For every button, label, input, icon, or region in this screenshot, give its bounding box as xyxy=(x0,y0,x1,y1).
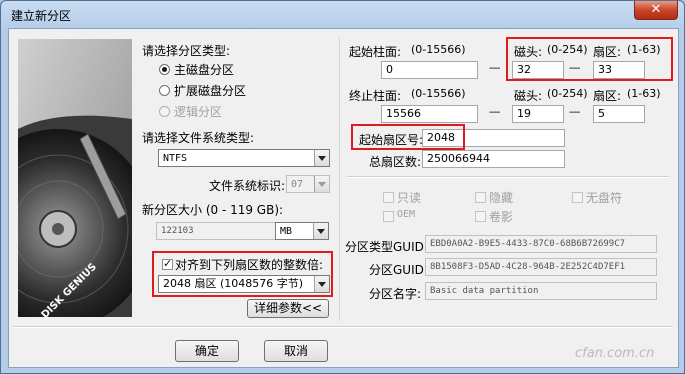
logical-partition-label: 逻辑分区 xyxy=(174,105,223,119)
hidden-checkbox[interactable] xyxy=(475,192,486,203)
title-bar: 建立新分区 ✕ xyxy=(1,1,684,29)
close-button[interactable]: ✕ xyxy=(634,1,678,20)
type-guid-input[interactable]: EBD0A0A2-B9E5-4433-87C0-68B6B72699C7 xyxy=(425,235,657,253)
end-sector-label: 扇区: xyxy=(593,89,622,103)
dialog-window: 建立新分区 ✕ DISK GENIUS 请选择分区类型: 主磁盘分区 扩展磁盘分… xyxy=(0,0,685,374)
align-highlight xyxy=(152,251,333,297)
end-sector-input[interactable]: 5 xyxy=(593,105,645,123)
filesystem-id-select[interactable]: 07 xyxy=(286,175,330,193)
separator-dashes: ---- xyxy=(489,63,500,74)
filesystem-label: 请选择文件系统类型: xyxy=(142,131,255,145)
end-head-label: 磁头: xyxy=(514,89,543,103)
partition-name-label: 分区名字: xyxy=(369,287,422,301)
dialog-body: DISK GENIUS 请选择分区类型: 主磁盘分区 扩展磁盘分区 逻辑分区 请… xyxy=(8,28,679,368)
primary-partition-label: 主磁盘分区 xyxy=(174,63,235,77)
primary-partition-radio[interactable] xyxy=(159,64,170,75)
close-icon: ✕ xyxy=(650,2,662,17)
start-cylinder-range: (0-15566) xyxy=(411,43,466,56)
shadow-copy-label: 卷影 xyxy=(489,210,514,224)
chevron-down-icon xyxy=(313,223,328,239)
extended-partition-label: 扩展磁盘分区 xyxy=(174,84,247,98)
partition-name-input[interactable]: Basic data partition xyxy=(425,282,657,300)
type-guid-value: EBD0A0A2-B9E5-4433-87C0-68B6B72699C7 xyxy=(430,239,626,249)
filesystem-id-label: 文件系统标识: xyxy=(209,179,286,193)
start-cylinder-input[interactable]: 0 xyxy=(381,61,478,79)
readonly-label: 只读 xyxy=(397,191,422,205)
total-sectors-label: 总扇区数: xyxy=(369,155,422,169)
chevron-down-icon xyxy=(314,150,329,166)
end-head-range: (0-254) xyxy=(547,87,588,100)
start-cylinder-label: 起始柱面: xyxy=(349,45,402,59)
partition-guid-value: 8B1508F3-D5AD-4C28-964B-2E252C4D7EF1 xyxy=(430,262,626,272)
end-cylinder-range: (0-15566) xyxy=(411,87,466,100)
separator-dashes: ---- xyxy=(569,107,580,118)
end-cylinder-value: 15566 xyxy=(386,107,421,120)
bottom-divider xyxy=(13,326,673,328)
no-drive-letter-label: 无盘符 xyxy=(586,191,623,205)
type-guid-label: 分区类型GUID: xyxy=(345,240,428,254)
no-drive-letter-checkbox[interactable] xyxy=(572,192,583,203)
oem-label: OEM xyxy=(397,209,416,220)
shadow-copy-checkbox[interactable] xyxy=(475,211,486,222)
readonly-checkbox[interactable] xyxy=(383,192,394,203)
vertical-divider xyxy=(339,37,340,321)
filesystem-id-value: 07 xyxy=(291,179,304,190)
partition-name-value: Basic data partition xyxy=(430,286,539,296)
watermark: cfan.com.cn xyxy=(575,346,655,361)
total-sectors-input[interactable]: 250066944 xyxy=(422,150,565,168)
end-sector-value: 5 xyxy=(598,107,605,120)
cancel-button[interactable]: 取消 xyxy=(264,340,328,362)
logical-partition-radio[interactable] xyxy=(159,106,170,117)
size-unit-value: MB xyxy=(280,226,293,237)
filesystem-select[interactable]: NTFS xyxy=(158,149,330,167)
chevron-down-icon xyxy=(314,176,329,192)
start-chs-highlight xyxy=(506,37,673,81)
oem-checkbox[interactable] xyxy=(383,211,394,222)
size-unit-select[interactable]: MB xyxy=(275,222,329,240)
partition-guid-input[interactable]: 8B1508F3-D5AD-4C28-964B-2E252C4D7EF1 xyxy=(425,258,657,276)
end-cylinder-input[interactable]: 15566 xyxy=(381,105,478,123)
separator-dashes: ---- xyxy=(489,107,500,118)
filesystem-value: NTFS xyxy=(163,153,188,164)
total-sectors-value: 250066944 xyxy=(427,152,490,165)
window-title: 建立新分区 xyxy=(11,9,72,23)
details-button[interactable]: 详细参数<< xyxy=(247,299,329,318)
end-head-value: 19 xyxy=(517,107,531,120)
horizontal-divider xyxy=(347,176,669,178)
partition-type-label: 请选择分区类型: xyxy=(142,44,231,58)
partition-size-input[interactable]: 122103 xyxy=(156,222,277,240)
ok-button[interactable]: 确定 xyxy=(175,340,239,362)
hidden-label: 隐藏 xyxy=(489,191,514,205)
partition-size-label: 新分区大小 (0 - 119 GB): xyxy=(142,203,284,217)
extended-partition-radio[interactable] xyxy=(159,85,170,96)
partition-guid-label: 分区GUID: xyxy=(369,263,428,277)
partition-size-value: 122103 xyxy=(161,226,194,236)
hard-disk-illustration: DISK GENIUS xyxy=(18,39,132,317)
start-sector-highlight xyxy=(351,124,465,150)
end-sector-range: (1-63) xyxy=(627,87,661,100)
start-cylinder-value: 0 xyxy=(386,63,393,76)
end-head-input[interactable]: 19 xyxy=(512,105,564,123)
end-cylinder-label: 终止柱面: xyxy=(349,89,402,103)
